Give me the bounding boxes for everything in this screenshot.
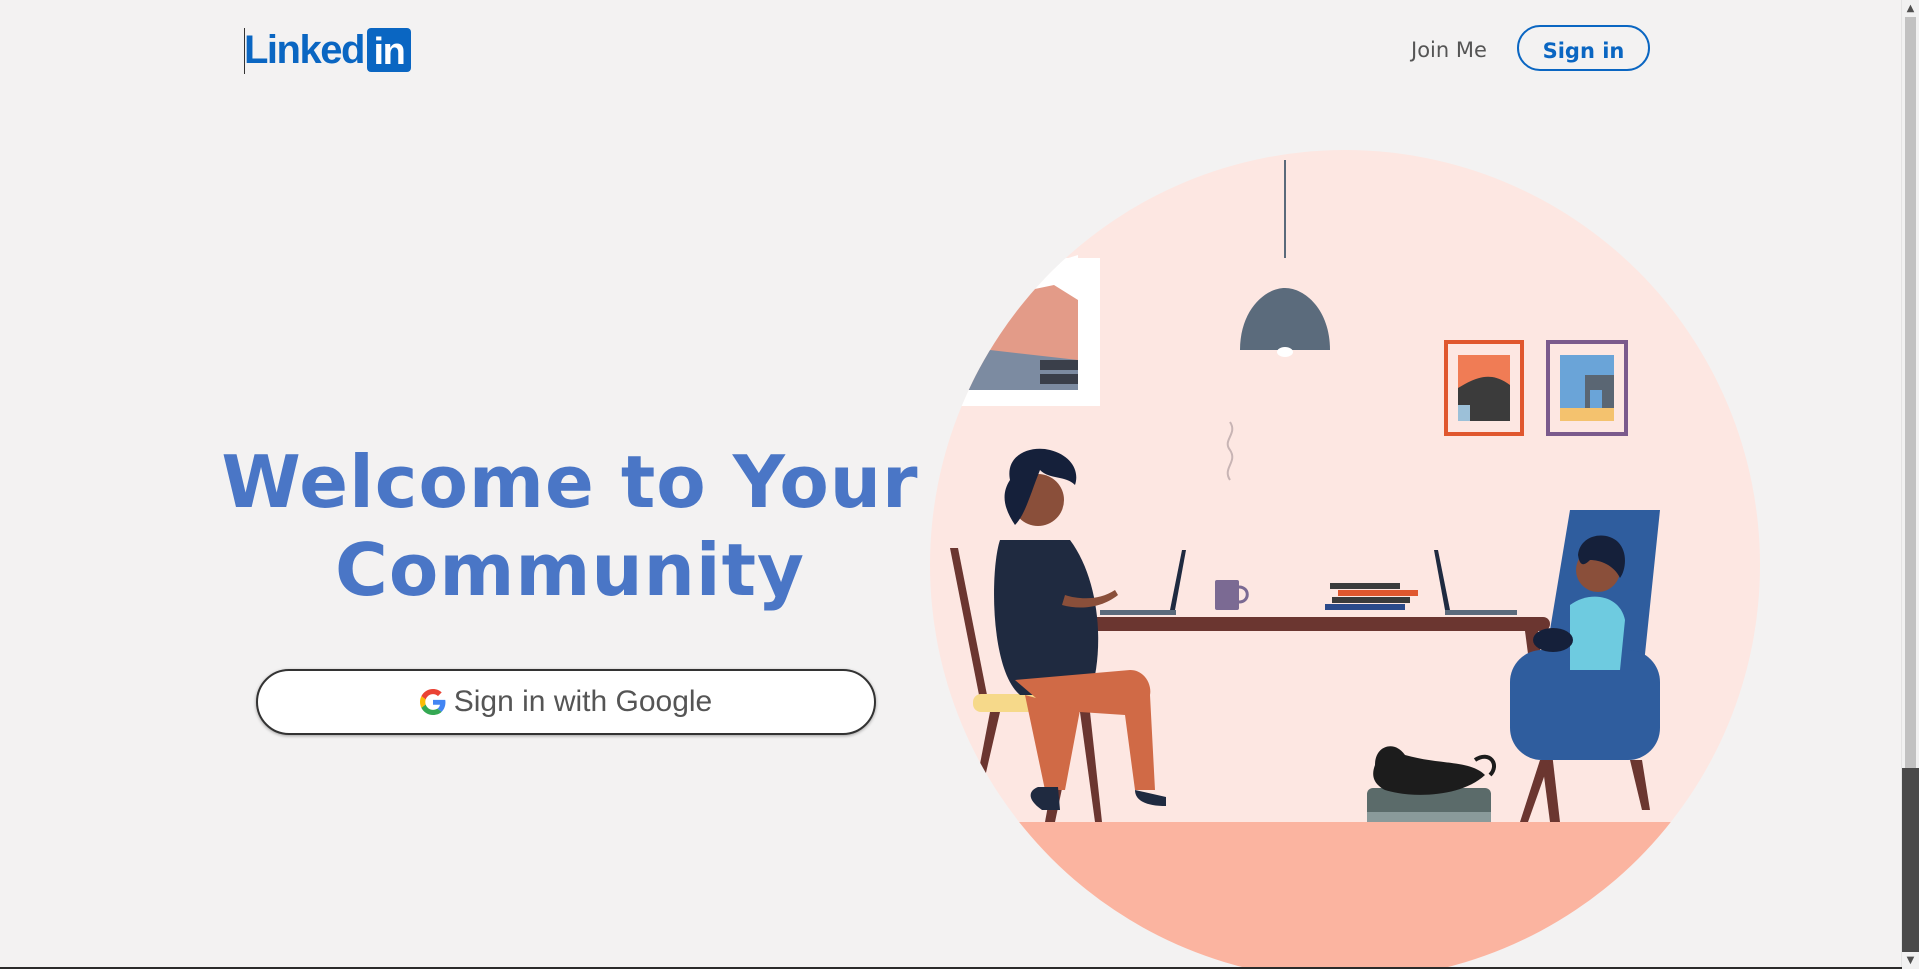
vertical-scrollbar[interactable]: ▲ ▼ bbox=[1901, 0, 1919, 969]
page-title: Welcome to Your Community bbox=[220, 438, 920, 614]
title-line-2: Community bbox=[335, 528, 805, 612]
google-button-label: Sign in with Google bbox=[453, 685, 713, 718]
linkedin-logo[interactable]: Linked in bbox=[244, 28, 411, 73]
title-line-1: Welcome to Your bbox=[221, 440, 919, 524]
scrollbar-track[interactable] bbox=[1902, 768, 1919, 952]
scrollbar-thumb[interactable] bbox=[1905, 17, 1916, 768]
sign-in-with-google-button[interactable]: Sign in with Google bbox=[256, 669, 876, 735]
page: Linked in Join Me Sign in Welcome to You… bbox=[0, 0, 1919, 969]
chevron-up-icon[interactable]: ▲ bbox=[1902, 0, 1919, 17]
hero-illustration bbox=[930, 150, 1760, 969]
sign-in-button[interactable]: Sign in bbox=[1517, 25, 1650, 71]
logo-in-box: in bbox=[366, 28, 411, 73]
join-me-link[interactable]: Join Me bbox=[1411, 38, 1487, 62]
chevron-down-icon[interactable]: ▼ bbox=[1902, 952, 1919, 969]
text-caret bbox=[244, 28, 245, 74]
google-g-icon bbox=[419, 689, 446, 715]
logo-wordmark: Linked bbox=[244, 28, 365, 72]
